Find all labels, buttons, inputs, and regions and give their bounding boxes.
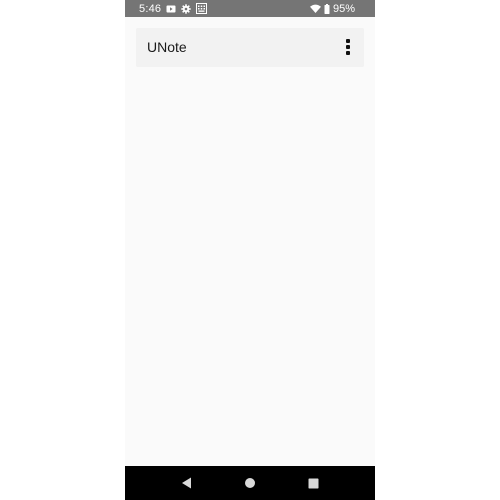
status-bar-left: 5:46 <box>139 0 208 17</box>
video-icon <box>166 5 176 13</box>
recents-button[interactable] <box>296 466 330 500</box>
app-bar: UNote <box>136 28 364 67</box>
keyboard-icon <box>196 3 208 14</box>
back-icon <box>182 477 191 489</box>
navigation-bar <box>125 466 375 500</box>
settings-gear-icon <box>181 3 191 14</box>
phone-screen: 5:46 95% UNote <box>125 0 375 500</box>
status-bar-right: 95% <box>309 0 355 17</box>
battery-percent: 95% <box>332 2 355 15</box>
more-options-button[interactable] <box>338 34 358 60</box>
more-vertical-icon <box>346 39 350 43</box>
recents-icon <box>308 478 318 488</box>
wifi-icon <box>309 4 321 13</box>
home-button[interactable] <box>233 466 267 500</box>
back-button[interactable] <box>170 466 204 500</box>
status-time: 5:46 <box>139 2 162 15</box>
status-bar: 5:46 95% <box>125 0 375 17</box>
app-title: UNote <box>147 39 187 55</box>
battery-icon <box>324 3 330 14</box>
notes-list-area <box>125 67 375 466</box>
home-icon <box>245 478 255 488</box>
